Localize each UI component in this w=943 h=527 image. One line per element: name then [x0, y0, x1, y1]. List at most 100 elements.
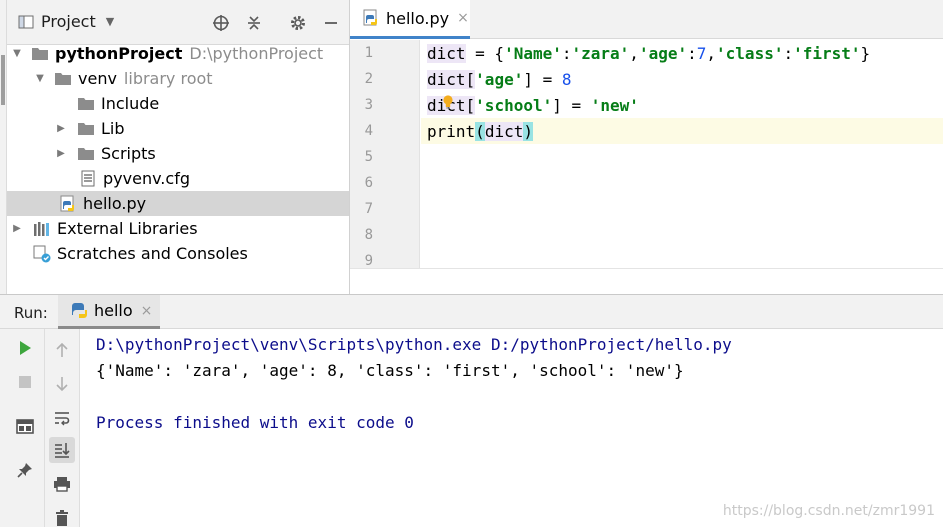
chevron-right-icon[interactable]: ▶ [55, 148, 67, 160]
project-view-selector[interactable]: Project ▼ [17, 12, 114, 31]
tree-item-label: Scripts [101, 144, 156, 163]
trash-icon [56, 510, 68, 526]
line-number: 7 [364, 201, 373, 217]
tool-window-stripe[interactable] [1, 55, 5, 105]
chevron-down-icon[interactable]: ▼ [34, 73, 46, 85]
folder-icon [31, 45, 49, 63]
code-token: : [687, 44, 697, 63]
tree-item-external-libraries[interactable]: ▶ External Libraries [7, 216, 349, 241]
run-tab-hello[interactable]: hello × [58, 295, 160, 329]
code-area[interactable]: dict = {'Name':'zara','age':7,'class':'f… [421, 40, 943, 268]
collapse-all-icon[interactable] [243, 12, 265, 34]
stop-button[interactable] [12, 369, 38, 395]
tree-item-include[interactable]: Include [7, 91, 349, 116]
chevron-down-icon[interactable]: ▼ [106, 15, 114, 28]
tree-item-label: External Libraries [57, 219, 198, 238]
code-line-4: print(dict) [427, 119, 533, 145]
line-number-gutter: 1 2 3 4 5 6 7 8 9 [350, 40, 420, 269]
line-number: 9 [364, 253, 373, 269]
scroll-up-button[interactable] [49, 337, 75, 363]
tree-item-lib[interactable]: ▶ Lib [7, 116, 349, 141]
tree-item-label: Scratches and Consoles [57, 244, 248, 263]
line-number: 2 [364, 71, 373, 87]
tree-item-hint: library root [123, 69, 213, 88]
code-token: ) [523, 122, 533, 141]
line-number: 8 [364, 227, 373, 243]
folder-icon [77, 95, 95, 113]
folder-icon [77, 120, 95, 138]
config-file-icon [79, 170, 97, 188]
python-file-icon [362, 9, 380, 27]
close-icon[interactable]: × [457, 10, 469, 26]
tree-item-path: D:\pythonProject [189, 44, 324, 63]
wrap-icon [55, 412, 70, 426]
tree-item-pyvenv-cfg[interactable]: pyvenv.cfg [7, 166, 349, 191]
tree-item-pythonproject[interactable]: ▼ pythonProject D:\pythonProject [7, 41, 349, 66]
minimize-icon[interactable] [320, 12, 342, 34]
code-token: } [860, 44, 871, 63]
code-token: : [783, 44, 794, 63]
tree-item-hello-py[interactable]: hello.py [7, 191, 349, 216]
rerun-button[interactable] [12, 335, 38, 361]
printer-icon [54, 477, 70, 492]
code-token: dict[ [427, 70, 476, 89]
run-panel-header: Run: hello × [0, 295, 943, 329]
locate-target-icon[interactable] [210, 12, 232, 34]
gear-icon[interactable] [287, 12, 309, 34]
pin-button[interactable] [12, 457, 38, 483]
code-token: = { [465, 44, 505, 63]
editor-status-strip [350, 268, 943, 294]
python-file-icon [59, 195, 77, 213]
close-icon[interactable]: × [141, 303, 153, 319]
tree-item-label: Include [101, 94, 160, 113]
code-token: dict [427, 44, 466, 63]
tree-item-label: pyvenv.cfg [103, 169, 190, 188]
line-number: 5 [364, 149, 373, 165]
line-number: 6 [364, 175, 373, 191]
chevron-right-icon[interactable]: ▶ [11, 223, 23, 235]
code-token: dict [484, 122, 524, 141]
code-token: ] = [552, 96, 591, 115]
code-token: : [561, 44, 572, 63]
soft-wrap-button[interactable] [49, 405, 75, 431]
code-token: ( [475, 122, 485, 141]
chevron-down-icon[interactable]: ▼ [11, 48, 23, 60]
run-label: Run: [14, 304, 48, 322]
tree-item-venv[interactable]: ▼ venv library root [7, 66, 349, 91]
clear-button[interactable] [49, 505, 75, 527]
code-token: 'new' [590, 96, 639, 115]
lightbulb-icon[interactable] [442, 95, 454, 109]
tab-hello-py[interactable]: hello.py × [350, 0, 470, 39]
console-line-output: {'Name': 'zara', 'age': 8, 'class': 'fir… [96, 361, 684, 380]
code-token: 'class' [716, 44, 784, 63]
print-button[interactable] [49, 471, 75, 497]
tree-item-label: Lib [101, 119, 125, 138]
scroll-down-button[interactable] [49, 371, 75, 397]
tree-item-scratches[interactable]: Scratches and Consoles [7, 241, 349, 266]
run-panel: Run: hello × D:\pythonProject\venv\Scrip… [0, 294, 943, 527]
tree-item-scripts[interactable]: ▶ Scripts [7, 141, 349, 166]
run-toolbar-primary [0, 329, 45, 527]
tree-item-label: hello.py [83, 194, 147, 213]
layout-button[interactable] [12, 413, 38, 439]
code-token: 'Name' [504, 44, 562, 63]
folder-icon [54, 70, 72, 88]
project-panel: Project ▼ ▼ pythonProject D:\pythonProje… [0, 0, 350, 294]
arrow-up-icon [56, 342, 68, 357]
code-token: , [629, 44, 639, 63]
scroll-to-end-button[interactable] [49, 437, 75, 463]
line-number: 4 [364, 123, 373, 139]
library-icon [33, 220, 51, 238]
code-token: 'school' [475, 96, 553, 115]
python-icon [70, 302, 88, 320]
run-toolbar-secondary [45, 329, 80, 527]
console-line-exit: Process finished with exit code 0 [96, 413, 414, 432]
scratches-icon [33, 245, 51, 263]
pin-icon [17, 463, 32, 478]
code-line-2: dict['age'] = 8 [427, 67, 572, 93]
console-output[interactable]: D:\pythonProject\venv\Scripts\python.exe… [81, 329, 943, 527]
folder-icon [77, 145, 95, 163]
stop-icon [19, 376, 31, 388]
code-token: ] = [523, 70, 562, 89]
chevron-right-icon[interactable]: ▶ [55, 123, 67, 135]
